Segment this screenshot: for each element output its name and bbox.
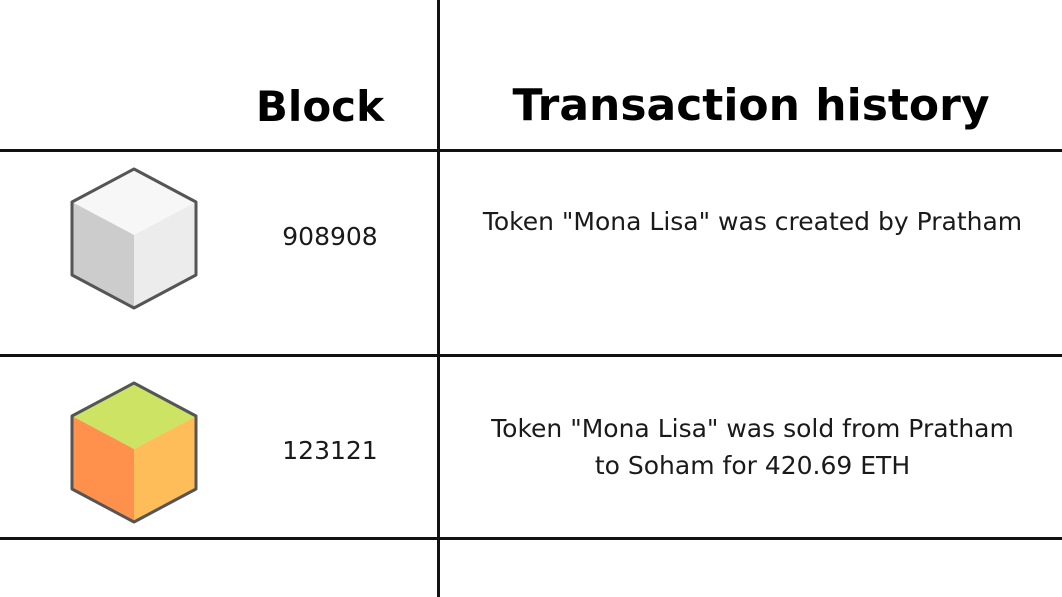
- block-number-1: 908908: [282, 222, 378, 251]
- grey-cube-icon: [70, 167, 198, 310]
- block-number-2: 123121: [282, 436, 378, 465]
- block-column-header: Block: [255, 82, 384, 131]
- row-divider-2: [0, 537, 1062, 540]
- colored-cube-icon: [70, 381, 198, 524]
- header-divider: [0, 149, 1062, 152]
- row-divider-1: [0, 354, 1062, 357]
- transaction-text-1: Token "Mona Lisa" was created by Pratham: [482, 207, 1023, 236]
- transaction-history-column-header: Transaction history: [512, 80, 990, 131]
- transaction-text-2: Token "Mona Lisa" was sold from Pratham …: [491, 414, 1014, 480]
